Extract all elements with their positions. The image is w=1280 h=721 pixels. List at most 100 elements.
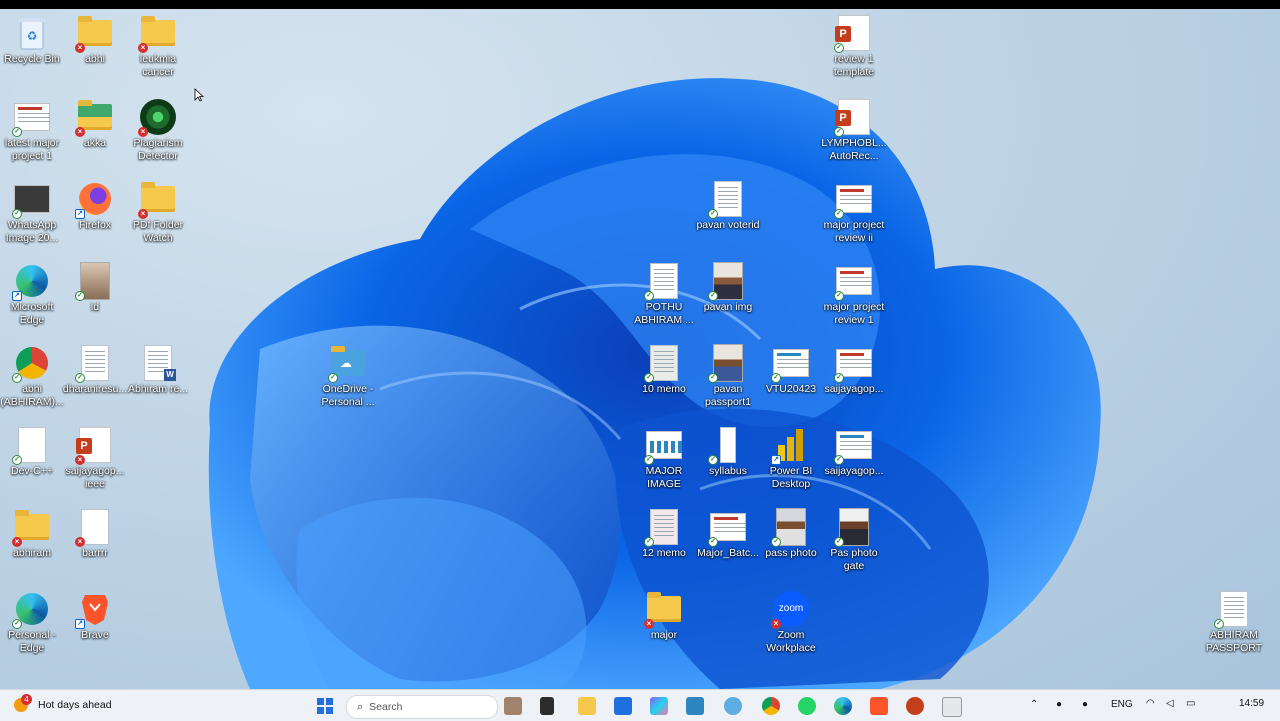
wifi-icon[interactable]: ◠ <box>1146 698 1155 709</box>
firefox-icon: ↗ <box>75 181 113 219</box>
desktop-icon-major-batc[interactable]: ✓ Major_Batc... <box>696 509 760 560</box>
desktop-icon-brave[interactable]: ↗ Brave <box>63 591 127 642</box>
chrome-icon[interactable] <box>762 697 780 715</box>
desktop-icon-pass-photo[interactable]: ✓ pass photo <box>759 508 823 560</box>
image-file-icon: ✓ <box>644 345 682 383</box>
desktop-icon-abhiram[interactable]: × abhiram <box>0 509 64 560</box>
desktop-icon-zoom[interactable]: zoom × Zoom Workplace <box>759 591 823 655</box>
document-icon: ✓ <box>708 181 746 219</box>
whatsapp-icon[interactable] <box>798 697 816 715</box>
powerpoint-icon: ✓ <box>834 181 872 219</box>
tray-chevron-icon[interactable]: ⌃ <box>1030 699 1038 710</box>
desktop-icon-recycle-bin[interactable]: ♻ Recycle Bin <box>0 15 64 66</box>
radar-icon: × <box>138 99 176 137</box>
document-icon: ✓ <box>1214 591 1252 629</box>
desktop-icon-major-review-ii[interactable]: ✓ major project review ii <box>822 181 886 245</box>
desktop-icon-review-template[interactable]: P ✓ review 1 template <box>822 15 886 79</box>
desktop-icon-whatsapp-image[interactable]: ✓ WhatsApp Image 20... <box>0 181 64 245</box>
desktop-icon-lymphobl[interactable]: P ✓ LYMPHOBL... AutoRec... <box>821 99 887 163</box>
desktop-icon-abhiram-passport[interactable]: ✓ ABHIRAM PASSPORT <box>1202 591 1266 655</box>
taskbar-app-icon[interactable] <box>540 697 554 715</box>
powerpoint-icon: ✓ <box>12 99 50 137</box>
desktop-icon-saijaya-2[interactable]: ✓ saijayagop... <box>822 427 886 478</box>
image-file-icon: ✓ <box>644 427 682 465</box>
desktop-icon-major-review-1[interactable]: ✓ major project review 1 <box>822 263 886 327</box>
weather-widget[interactable]: 4 Hot days ahead <box>14 694 112 715</box>
desktop-icon-syllabus[interactable]: ✓ syllabus <box>696 427 760 478</box>
powerpoint-icon: P ✓ <box>834 15 872 53</box>
powerpoint-icon: ✓ <box>708 509 746 547</box>
desktop-icon-saijaya-1[interactable]: ✓ saijayagop... <box>822 345 886 396</box>
folder-icon: × <box>138 15 176 53</box>
desktop-icon-abhi[interactable]: × abhi <box>63 15 127 66</box>
desktop-icon-akka[interactable]: × akka <box>63 99 127 150</box>
taskbar-app-icon[interactable] <box>504 697 522 715</box>
brave-icon[interactable] <box>870 697 888 715</box>
desktop-icon-latest-major[interactable]: ✓ latest major project 1 <box>0 99 64 163</box>
tray-app-icon[interactable]: ● <box>1056 699 1062 710</box>
icon-label: akka <box>83 137 107 149</box>
desktop-icon-major-image[interactable]: ✓ MAJOR IMAGE <box>632 427 696 491</box>
icon-label: pavan passport1 <box>704 383 752 408</box>
volume-icon[interactable]: ◁ <box>1166 698 1174 709</box>
weather-icon: 4 <box>14 694 32 712</box>
desktop-icon-personal-edge[interactable]: ✓ Personal - Edge <box>0 591 64 655</box>
document-icon: ✓ <box>708 427 746 465</box>
taskbar-app-icon[interactable] <box>686 697 704 715</box>
desktop-icon-devcpp[interactable]: ✓ Dev-C++ <box>0 427 64 478</box>
desktop-icon-pdf-watch[interactable]: × PDf Folder Watch <box>126 181 190 245</box>
desktop-icon-onedrive[interactable]: ☁ ✓ OneDrive - Personal ... <box>316 345 380 409</box>
powerpoint-icon: ✓ <box>834 263 872 301</box>
taskbar-app-icon[interactable] <box>942 697 962 717</box>
store-icon[interactable] <box>614 697 632 715</box>
desktop-icon-barrrr[interactable]: × barrrr <box>63 509 127 560</box>
edge-icon: ↗ <box>12 263 50 301</box>
desktop-icon-pothu[interactable]: ✓ POTHU ABHIRAM ... <box>632 263 696 327</box>
taskbar-app-icon[interactable] <box>724 697 742 715</box>
desktop-icon-leukemia[interactable]: × leukmia cancer <box>126 15 190 79</box>
edge-icon: ✓ <box>12 591 50 629</box>
word-icon: W <box>140 345 176 381</box>
copilot-icon[interactable] <box>650 697 668 715</box>
desktop-icon-dharani[interactable]: ✓ dharaniresu... <box>63 345 127 396</box>
icon-label: saijayagop... <box>824 383 884 395</box>
windows-start-icon[interactable] <box>317 698 333 714</box>
desktop-icon-pavan-voterid[interactable]: ✓ pavan voterid <box>696 181 760 232</box>
desktop-icon-pavan-passport[interactable]: ✓ pavan passport1 <box>696 344 760 409</box>
desktop-icon-powerbi[interactable]: ↗ Power BI Desktop <box>759 427 823 491</box>
file-explorer-icon[interactable] <box>578 697 596 715</box>
battery-icon[interactable]: ▭ <box>1186 698 1195 709</box>
search-box[interactable]: ⌕ Search <box>346 695 498 719</box>
tray-app-icon[interactable]: ● <box>1082 699 1088 710</box>
desktop[interactable]: ♻ Recycle Bin ✓ latest major project 1 ✓… <box>0 9 1280 689</box>
icon-label: Pas photo gate <box>830 547 878 572</box>
desktop-icon-12-memo[interactable]: ✓ 12 memo <box>632 509 696 560</box>
icon-label: Plagiarism Detector <box>133 137 183 162</box>
desktop-icon-10-memo[interactable]: ✓ 10 memo <box>632 345 696 396</box>
desktop-icon-abhiram-re[interactable]: W Abhiram re... <box>126 345 190 396</box>
document-icon: ✓ <box>834 427 872 465</box>
edge-icon[interactable] <box>834 697 852 715</box>
desktop-icon-plagiarism[interactable]: × Plagiarism Detector <box>126 99 190 163</box>
desktop-icon-pavan-img[interactable]: ✓ pavan img <box>696 262 760 314</box>
desktop-icon-pas-photo-gate[interactable]: ✓ Pas photo gate <box>822 508 886 573</box>
language-indicator[interactable]: ENG <box>1111 699 1133 710</box>
icon-label: syllabus <box>709 465 747 477</box>
brave-icon: ↗ <box>75 591 113 629</box>
image-file-icon: ✓ <box>12 181 50 219</box>
document-icon: ✓ <box>12 427 50 465</box>
powerpoint-icon[interactable] <box>906 697 924 715</box>
document-icon: ✓ <box>75 345 113 383</box>
mouse-cursor-icon <box>194 88 204 102</box>
taskbar: 4 Hot days ahead ⌕ Search ⌃ ● ● ENG ◠ ◁ … <box>0 689 1280 721</box>
icon-label: barrrr <box>82 547 108 559</box>
desktop-icon-abhi-chrome[interactable]: ✓ abhi (ABHIRAM)... <box>0 345 64 409</box>
powerpoint-icon: P ✓ <box>834 99 872 137</box>
desktop-icon-firefox[interactable]: ↗ Firefox <box>63 181 127 232</box>
desktop-icon-saijaya-ieee[interactable]: P × saijayagop... ieee <box>63 427 127 491</box>
clock-time[interactable]: 14:59 <box>1239 698 1264 709</box>
desktop-icon-vtu[interactable]: ✓ VTU20423 <box>759 345 823 396</box>
desktop-icon-microsoft-edge[interactable]: ↗ Microsoft Edge <box>0 263 64 327</box>
desktop-icon-id[interactable]: ✓ id <box>63 262 127 314</box>
desktop-icon-major[interactable]: × major <box>632 591 696 642</box>
